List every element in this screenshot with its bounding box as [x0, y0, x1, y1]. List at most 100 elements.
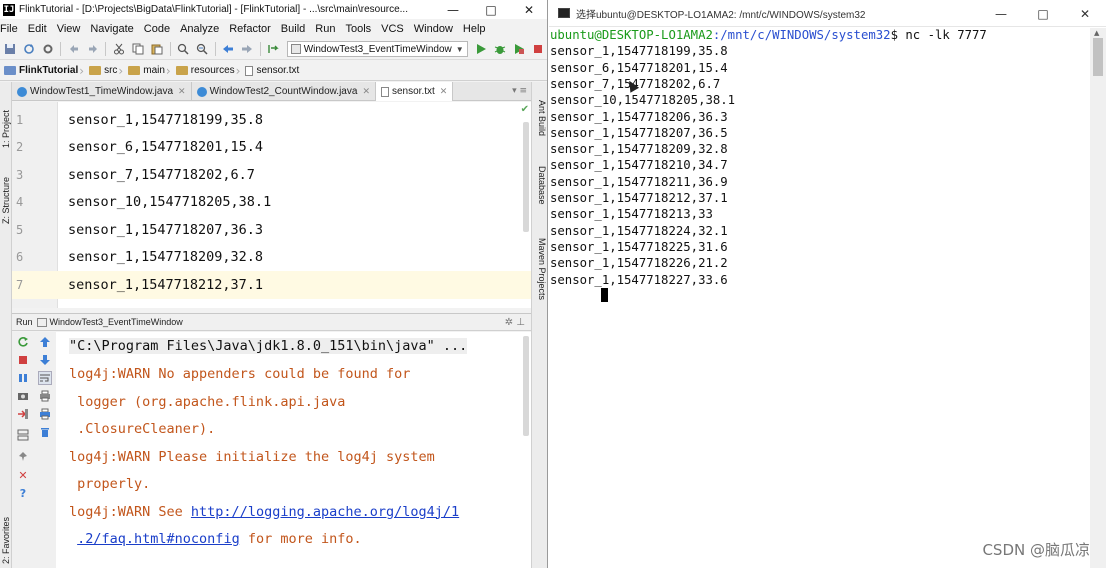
terminal-line: sensor_10,1547718205,38.1 — [550, 93, 736, 108]
maven-projects-tool-tab[interactable]: Maven Projects — [535, 238, 547, 300]
breadcrumb-main[interactable]: main — [124, 65, 165, 76]
tab-list-menu[interactable]: ▾ ≡ — [512, 82, 531, 100]
menu-help[interactable]: Help — [463, 23, 486, 35]
run-configuration-select[interactable]: WindowTest3_EventTimeWindow ▼ — [286, 41, 468, 57]
menu-window[interactable]: Window — [414, 23, 453, 35]
close-icon[interactable]: ✕ — [440, 86, 448, 97]
line-number: 5 — [16, 222, 24, 237]
replace-icon[interactable] — [196, 42, 209, 56]
back-icon[interactable] — [222, 42, 235, 56]
editor-line[interactable]: 3 sensor_7,1547718202,6.7 — [12, 161, 531, 189]
chevron-down-icon: ▼ — [455, 44, 464, 54]
faq-link-continued[interactable]: .2/faq.html#noconfig — [77, 531, 240, 547]
stop-icon[interactable] — [16, 353, 30, 367]
menu-build[interactable]: Build — [281, 23, 305, 35]
gear-icon[interactable] — [41, 42, 54, 56]
run-config-icon — [36, 317, 47, 327]
ant-build-tool-tab[interactable]: Ant Build — [535, 100, 547, 136]
breadcrumb-separator: › — [79, 63, 85, 78]
tab-windowtest1[interactable]: WindowTest1_TimeWindow.java ✕ — [12, 82, 192, 101]
line-number: 7 — [16, 277, 24, 292]
favorites-tool-tab[interactable]: 2: Favorites — [0, 492, 12, 564]
menu-analyze[interactable]: Analyze — [180, 23, 219, 35]
camera-icon[interactable] — [16, 389, 30, 403]
find-icon[interactable] — [176, 42, 189, 56]
menu-code[interactable]: Code — [144, 23, 170, 35]
editor-line[interactable]: 2 sensor_6,1547718201,15.4 — [12, 134, 531, 162]
prompt-command: $ nc -lk 7777 — [890, 28, 987, 42]
cut-icon[interactable] — [112, 42, 125, 56]
close-icon[interactable]: ✕ — [16, 468, 30, 482]
scroll-up-arrow-icon[interactable]: ▲ — [1094, 29, 1099, 37]
editor-scrollbar[interactable] — [523, 122, 529, 232]
undo-icon[interactable] — [67, 42, 80, 56]
save-icon[interactable] — [3, 42, 16, 56]
build-icon[interactable] — [267, 42, 280, 56]
breadcrumb-project[interactable]: FlinkTutorial — [0, 65, 78, 76]
minimize-button[interactable]: — — [980, 0, 1022, 27]
terminal-output[interactable]: ubuntu@DESKTOP-LO1AMA2:/mnt/c/WINDOWS/sy… — [549, 28, 1089, 568]
editor-line[interactable]: 4 sensor_10,1547718205,38.1 — [12, 189, 531, 217]
pin-icon[interactable] — [16, 450, 30, 464]
trash-icon[interactable] — [38, 425, 52, 439]
rerun-icon[interactable] — [16, 335, 30, 349]
help-icon[interactable]: ? — [16, 486, 30, 500]
scroll-down-icon[interactable] — [38, 353, 52, 367]
layout-icon[interactable] — [16, 428, 30, 442]
debug-icon[interactable] — [494, 42, 507, 56]
print-icon[interactable] — [38, 389, 52, 403]
menu-tools[interactable]: Tools — [345, 23, 371, 35]
pause-icon[interactable] — [16, 371, 30, 385]
breadcrumb-src[interactable]: src — [85, 65, 117, 76]
menu-view[interactable]: View — [57, 23, 81, 35]
intellij-window: IJ FlinkTutorial - [D:\Projects\BigData\… — [0, 0, 548, 568]
paste-icon[interactable] — [150, 42, 163, 56]
terminal-line: sensor_6,1547718201,15.4 — [550, 60, 728, 75]
terminal-scrollbar[interactable]: ▲ — [1090, 28, 1106, 568]
sync-icon[interactable] — [22, 42, 35, 56]
scroll-up-icon[interactable] — [38, 335, 52, 349]
close-icon[interactable]: ✕ — [178, 86, 186, 97]
run-panel-config[interactable]: WindowTest3_EventTimeWindow — [50, 317, 183, 327]
minimize-button[interactable]: — — [434, 0, 472, 19]
copy-icon[interactable] — [131, 42, 144, 56]
maximize-button[interactable]: □ — [472, 0, 510, 19]
wrap-icon[interactable] — [38, 371, 52, 385]
redo-icon[interactable] — [86, 42, 99, 56]
menu-navigate[interactable]: Navigate — [90, 23, 133, 35]
login-icon[interactable] — [16, 407, 30, 421]
editor-line[interactable]: 5 sensor_1,1547718207,36.3 — [12, 216, 531, 244]
console-output[interactable]: "C:\Program Files\Java\jdk1.8.0_151\bin\… — [56, 332, 531, 568]
menu-run[interactable]: Run — [315, 23, 335, 35]
coverage-icon[interactable] — [513, 42, 526, 56]
code-editor[interactable]: 1 sensor_1,1547718199,35.8 2 sensor_6,15… — [12, 102, 531, 308]
print-icon[interactable] — [38, 407, 52, 421]
run-panel-settings[interactable]: ✲ ⊥ — [505, 317, 525, 328]
close-button[interactable]: ✕ — [1064, 0, 1106, 27]
project-tool-tab[interactable]: 1: Project — [0, 88, 12, 148]
close-icon[interactable]: ✕ — [362, 86, 370, 97]
terminal-scrollbar-thumb[interactable] — [1093, 38, 1103, 76]
stop-icon[interactable] — [532, 42, 545, 56]
tab-sensor-txt[interactable]: sensor.txt ✕ — [375, 82, 454, 101]
faq-link[interactable]: http://logging.apache.org/log4j/1 — [191, 504, 459, 520]
editor-line-current[interactable]: 7 sensor_1,1547718212,37.1 — [12, 271, 531, 299]
menu-file[interactable]: File — [0, 23, 18, 35]
tab-windowtest2[interactable]: WindowTest2_CountWindow.java ✕ — [192, 82, 376, 101]
breadcrumb-resources[interactable]: resources — [172, 65, 235, 76]
editor-line[interactable]: 6 sensor_1,1547718209,32.8 — [12, 244, 531, 272]
breadcrumb-file[interactable]: sensor.txt — [241, 65, 299, 76]
editor-line[interactable]: 1 sensor_1,1547718199,35.8 — [12, 106, 531, 134]
database-tool-tab[interactable]: Database — [535, 166, 547, 205]
structure-tool-tab[interactable]: Z: Structure — [0, 160, 12, 224]
close-button[interactable]: ✕ — [510, 0, 547, 19]
forward-icon[interactable] — [241, 42, 254, 56]
menu-vcs[interactable]: VCS — [381, 23, 404, 35]
ide-menu-bar: File Edit View Navigate Code Analyze Ref… — [0, 20, 547, 38]
menu-refactor[interactable]: Refactor — [229, 23, 271, 35]
run-icon[interactable] — [475, 42, 488, 56]
console-text: log4j:WARN See — [69, 503, 191, 520]
console-scrollbar[interactable] — [523, 336, 529, 436]
menu-edit[interactable]: Edit — [28, 23, 47, 35]
maximize-button[interactable]: □ — [1022, 0, 1064, 27]
